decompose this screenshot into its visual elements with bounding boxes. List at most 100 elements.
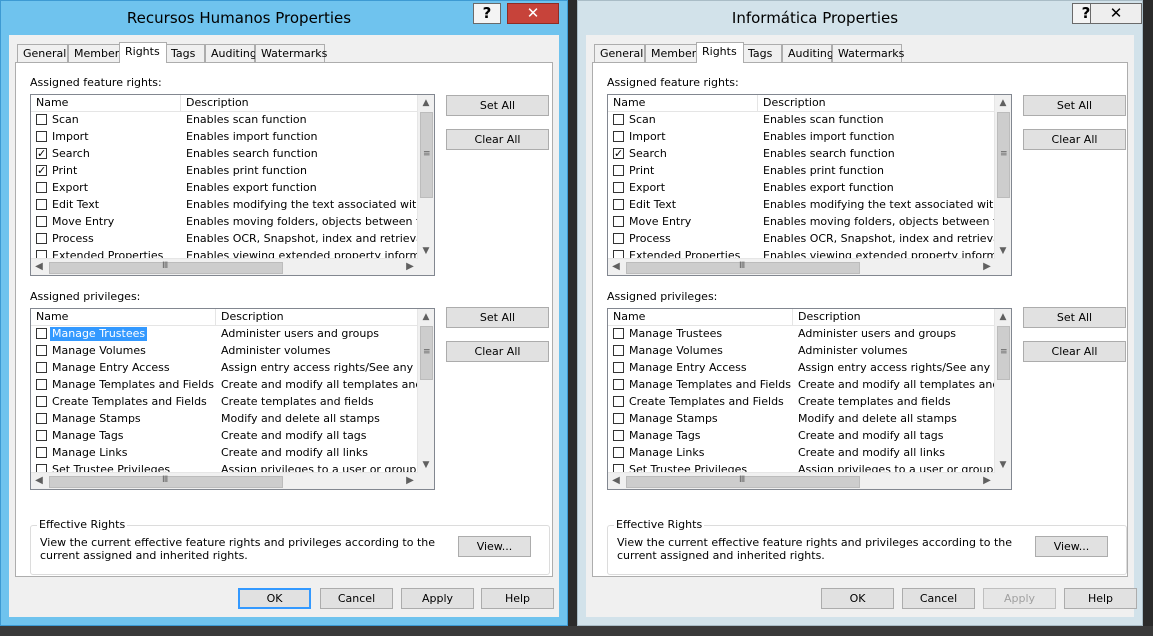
privileges-list[interactable]: Name Description Manage Trustees Administer… xyxy=(607,308,1012,490)
checkbox[interactable] xyxy=(36,430,47,441)
feature-clear-all-button[interactable]: Clear All xyxy=(446,129,549,150)
vertical-scrollbar[interactable]: ▲ ≡ ▼ xyxy=(994,95,1011,259)
scroll-down-icon[interactable]: ▼ xyxy=(995,457,1011,473)
checkbox[interactable] xyxy=(36,131,47,142)
checkbox[interactable] xyxy=(36,199,47,210)
list-item[interactable]: Manage Volumes Administer volumes xyxy=(608,343,995,360)
checkbox[interactable] xyxy=(613,165,624,176)
checkbox[interactable] xyxy=(613,216,624,227)
view-effective-rights-button[interactable]: View... xyxy=(458,536,531,557)
list-item[interactable]: Create Templates and Fields Create templa… xyxy=(31,394,418,411)
list-item[interactable]: Manage Stamps Modify and delete all stamp… xyxy=(608,411,995,428)
tab-general[interactable]: General xyxy=(17,44,68,62)
scroll-down-icon[interactable]: ▼ xyxy=(418,457,434,473)
ok-button[interactable]: OK xyxy=(821,588,894,609)
feature-rights-list[interactable]: Name Description Scan Enables scan function… xyxy=(30,94,435,276)
privileges-set-all-button[interactable]: Set All xyxy=(446,307,549,328)
checkbox[interactable] xyxy=(613,345,624,356)
scroll-down-icon[interactable]: ▼ xyxy=(418,243,434,259)
list-item[interactable]: Create Templates and Fields Create templa… xyxy=(608,394,995,411)
vertical-scrollbar[interactable]: ▲ ≡ ▼ xyxy=(417,309,434,473)
scroll-left-icon[interactable]: ◀ xyxy=(31,473,47,489)
list-item[interactable]: Manage Templates and Fields Create and mo… xyxy=(608,377,995,394)
column-header-name[interactable]: Name xyxy=(608,95,758,111)
ok-button[interactable]: OK xyxy=(238,588,311,609)
privileges-set-all-button[interactable]: Set All xyxy=(1023,307,1126,328)
column-header-name[interactable]: Name xyxy=(608,309,793,325)
scroll-up-icon[interactable]: ▲ xyxy=(995,95,1011,111)
tab-auditing[interactable]: Auditing xyxy=(205,44,257,62)
list-item[interactable]: Move Entry Enables moving folders, object… xyxy=(608,214,995,231)
cancel-button[interactable]: Cancel xyxy=(320,588,393,609)
privileges-list[interactable]: Name Description Manage Trustees Administer… xyxy=(30,308,435,490)
checkbox[interactable] xyxy=(36,413,47,424)
checkbox[interactable] xyxy=(613,182,624,193)
tab-rights[interactable]: Rights xyxy=(119,42,167,63)
scroll-thumb[interactable]: Ⅲ xyxy=(626,261,860,274)
column-header-description[interactable]: Description xyxy=(793,309,1011,325)
checkbox[interactable] xyxy=(36,345,47,356)
scroll-left-icon[interactable]: ◀ xyxy=(31,259,47,275)
list-item[interactable]: ✓ Search Enables search function xyxy=(608,146,995,163)
checkbox[interactable] xyxy=(36,379,47,390)
column-header-description[interactable]: Description xyxy=(758,95,998,111)
tab-general[interactable]: General xyxy=(594,44,645,62)
list-item[interactable]: Manage Volumes Administer volumes xyxy=(31,343,418,360)
list-item[interactable]: ✓ Print Enables print function xyxy=(31,163,418,180)
scroll-thumb[interactable]: Ⅲ xyxy=(626,475,860,488)
help-button[interactable]: Help xyxy=(481,588,554,609)
scroll-thumb[interactable]: ≡ xyxy=(420,112,433,198)
column-header-name[interactable]: Name xyxy=(31,309,216,325)
feature-set-all-button[interactable]: Set All xyxy=(1023,95,1126,116)
list-item[interactable]: Manage Templates and Fields Create and mo… xyxy=(31,377,418,394)
help-title-button[interactable]: ? xyxy=(473,3,501,24)
checkbox[interactable] xyxy=(613,362,624,373)
list-item[interactable]: Process Enables OCR, Snapshot, index and … xyxy=(608,231,995,248)
tab-watermarks[interactable]: Watermarks xyxy=(832,44,904,62)
column-header-name[interactable]: Name xyxy=(31,95,181,111)
tab-watermarks[interactable]: Watermarks xyxy=(255,44,327,62)
privileges-clear-all-button[interactable]: Clear All xyxy=(446,341,549,362)
horizontal-scrollbar[interactable]: ◀ Ⅲ ▶ xyxy=(608,472,995,489)
feature-set-all-button[interactable]: Set All xyxy=(446,95,549,116)
title-bar[interactable]: Recursos Humanos Properties ? ✕ xyxy=(1,1,567,35)
privileges-clear-all-button[interactable]: Clear All xyxy=(1023,341,1126,362)
tab-tags[interactable]: Tags xyxy=(742,44,782,62)
tab-rights[interactable]: Rights xyxy=(696,42,744,63)
scroll-up-icon[interactable]: ▲ xyxy=(418,309,434,325)
scroll-up-icon[interactable]: ▲ xyxy=(995,309,1011,325)
checkbox[interactable] xyxy=(36,328,47,339)
scroll-right-icon[interactable]: ▶ xyxy=(979,259,995,275)
scroll-right-icon[interactable]: ▶ xyxy=(402,259,418,275)
list-item[interactable]: Move Entry Enables moving folders, object… xyxy=(31,214,418,231)
close-title-button[interactable]: ✕ xyxy=(507,3,559,24)
checkbox[interactable] xyxy=(36,114,47,125)
scroll-right-icon[interactable]: ▶ xyxy=(402,473,418,489)
checkbox[interactable] xyxy=(613,413,624,424)
list-item[interactable]: Print Enables print function xyxy=(608,163,995,180)
scroll-right-icon[interactable]: ▶ xyxy=(979,473,995,489)
horizontal-scrollbar[interactable]: ◀ Ⅲ ▶ xyxy=(31,472,418,489)
checkbox[interactable] xyxy=(613,379,624,390)
checkbox[interactable] xyxy=(613,447,624,458)
close-title-button[interactable]: ✕ xyxy=(1090,3,1142,24)
horizontal-scrollbar[interactable]: ◀ Ⅲ ▶ xyxy=(608,258,995,275)
checkbox[interactable] xyxy=(36,233,47,244)
checkbox[interactable] xyxy=(613,114,624,125)
list-item[interactable]: Process Enables OCR, Snapshot, index and … xyxy=(31,231,418,248)
scroll-thumb[interactable]: Ⅲ xyxy=(49,261,283,274)
list-item[interactable]: Manage Entry Access Assign entry access r… xyxy=(31,360,418,377)
list-item[interactable]: ✓ Search Enables search function xyxy=(31,146,418,163)
vertical-scrollbar[interactable]: ▲ ≡ ▼ xyxy=(417,95,434,259)
list-item[interactable]: Manage Entry Access Assign entry access r… xyxy=(608,360,995,377)
scroll-left-icon[interactable]: ◀ xyxy=(608,473,624,489)
scroll-down-icon[interactable]: ▼ xyxy=(995,243,1011,259)
checkbox[interactable] xyxy=(613,396,624,407)
column-header-description[interactable]: Description xyxy=(181,95,421,111)
list-item[interactable]: Export Enables export function xyxy=(608,180,995,197)
scroll-left-icon[interactable]: ◀ xyxy=(608,259,624,275)
horizontal-scrollbar[interactable]: ◀ Ⅲ ▶ xyxy=(31,258,418,275)
checkbox[interactable] xyxy=(36,396,47,407)
checkbox[interactable] xyxy=(613,233,624,244)
scroll-thumb[interactable]: ≡ xyxy=(997,112,1010,198)
